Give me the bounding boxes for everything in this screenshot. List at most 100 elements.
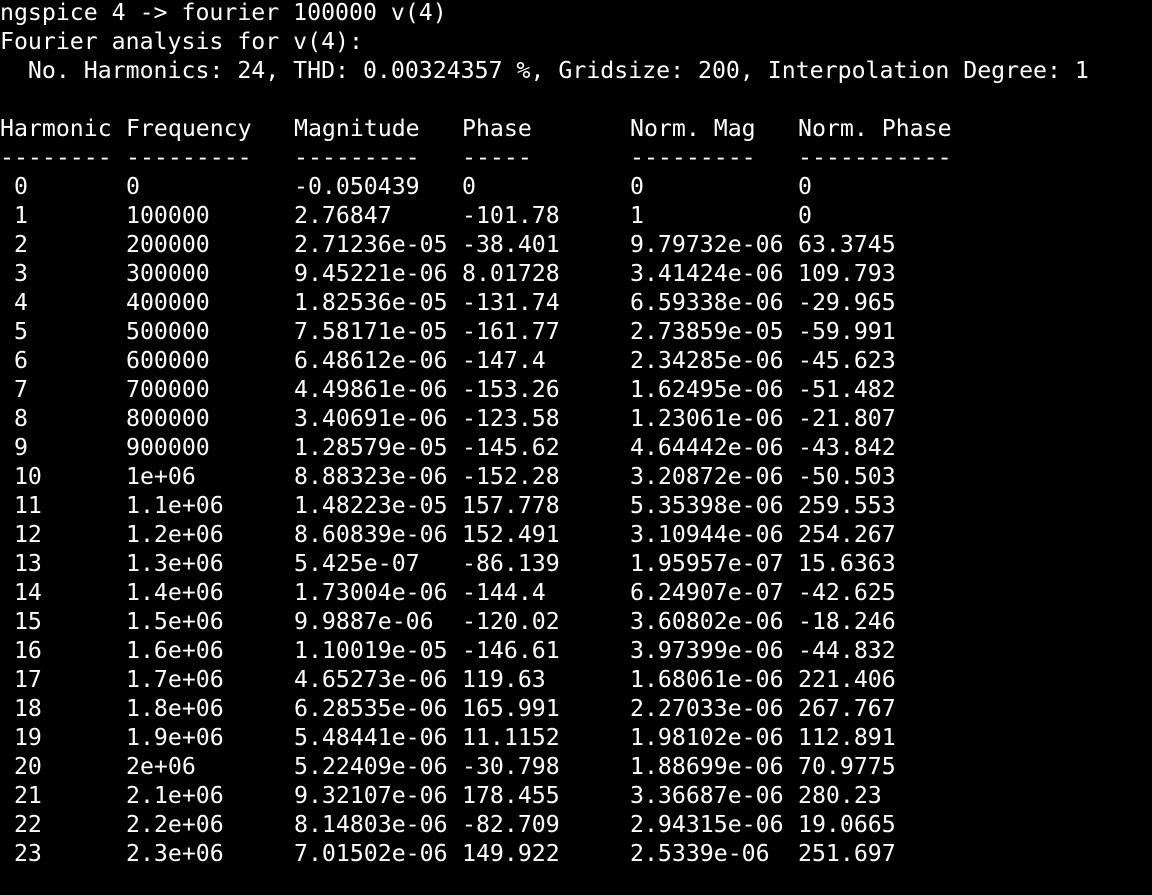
harmonic-cell: 6 bbox=[0, 347, 28, 374]
phase-cell: -146.61 bbox=[462, 637, 560, 664]
phase-cell: -161.77 bbox=[462, 318, 560, 345]
phase-cell: 149.922 bbox=[462, 840, 560, 867]
header-underline: --------- bbox=[126, 144, 252, 171]
column-header: Harmonic bbox=[0, 115, 112, 142]
column-header: Phase bbox=[462, 115, 532, 142]
phase-cell: -123.58 bbox=[462, 405, 560, 432]
magnitude-cell: 1.82536e-05 bbox=[294, 289, 448, 316]
frequency-cell: 500000 bbox=[126, 318, 210, 345]
frequency-cell: 600000 bbox=[126, 347, 210, 374]
header-underline: --------- bbox=[630, 144, 756, 171]
norm-phase-cell: -59.991 bbox=[798, 318, 896, 345]
norm-phase-cell: 19.0665 bbox=[798, 811, 896, 838]
norm-phase-cell: -29.965 bbox=[798, 289, 896, 316]
harmonic-cell: 14 bbox=[0, 579, 42, 606]
norm-mag-cell: 6.24907e-07 bbox=[630, 579, 784, 606]
norm-phase-cell: 112.891 bbox=[798, 724, 896, 751]
magnitude-cell: 5.22409e-06 bbox=[294, 753, 448, 780]
magnitude-cell: 2.76847 bbox=[294, 202, 392, 229]
frequency-cell: 2.1e+06 bbox=[126, 782, 224, 809]
magnitude-cell: 1.48223e-05 bbox=[294, 492, 448, 519]
magnitude-cell: 6.28535e-06 bbox=[294, 695, 448, 722]
norm-mag-cell: 3.10944e-06 bbox=[630, 521, 784, 548]
column-header: Magnitude bbox=[294, 115, 420, 142]
norm-phase-cell: 0 bbox=[798, 202, 812, 229]
norm-phase-cell: -44.832 bbox=[798, 637, 896, 664]
frequency-cell: 900000 bbox=[126, 434, 210, 461]
norm-mag-cell: 1.88699e-06 bbox=[630, 753, 784, 780]
frequency-cell: 0 bbox=[126, 173, 140, 200]
norm-mag-cell: 2.94315e-06 bbox=[630, 811, 784, 838]
harmonic-cell: 11 bbox=[0, 492, 42, 519]
magnitude-cell: 4.49861e-06 bbox=[294, 376, 448, 403]
header-underline: ----------- bbox=[798, 144, 952, 171]
norm-mag-cell: 9.79732e-06 bbox=[630, 231, 784, 258]
norm-phase-cell: -18.246 bbox=[798, 608, 896, 635]
magnitude-cell: 3.40691e-06 bbox=[294, 405, 448, 432]
norm-phase-cell: 221.406 bbox=[798, 666, 896, 693]
phase-cell: 11.1152 bbox=[462, 724, 560, 751]
norm-mag-cell: 3.20872e-06 bbox=[630, 463, 784, 490]
harmonic-cell: 5 bbox=[0, 318, 28, 345]
analysis-title: Fourier analysis for v(4): bbox=[0, 28, 363, 55]
norm-phase-cell: -43.842 bbox=[798, 434, 896, 461]
frequency-cell: 800000 bbox=[126, 405, 210, 432]
terminal-window[interactable]: ngspice 4 -> fourier 100000 v(4) Fourier… bbox=[0, 0, 1152, 895]
magnitude-cell: 1.10019e-05 bbox=[294, 637, 448, 664]
phase-cell: -131.74 bbox=[462, 289, 560, 316]
norm-phase-cell: 259.553 bbox=[798, 492, 896, 519]
norm-phase-cell: 15.6363 bbox=[798, 550, 896, 577]
harmonic-cell: 9 bbox=[0, 434, 28, 461]
magnitude-cell: 8.88323e-06 bbox=[294, 463, 448, 490]
phase-cell: 165.991 bbox=[462, 695, 560, 722]
column-header: Frequency bbox=[126, 115, 252, 142]
harmonic-cell: 3 bbox=[0, 260, 28, 287]
norm-phase-cell: 0 bbox=[798, 173, 812, 200]
frequency-cell: 1.4e+06 bbox=[126, 579, 224, 606]
frequency-cell: 1.6e+06 bbox=[126, 637, 224, 664]
harmonic-cell: 22 bbox=[0, 811, 42, 838]
phase-cell: 0 bbox=[462, 173, 476, 200]
prompt-line: ngspice 4 -> fourier 100000 v(4) bbox=[0, 0, 447, 26]
header-underline: --------- bbox=[294, 144, 420, 171]
magnitude-cell: 9.32107e-06 bbox=[294, 782, 448, 809]
norm-mag-cell: 1.95957e-07 bbox=[630, 550, 784, 577]
harmonic-cell: 19 bbox=[0, 724, 42, 751]
frequency-cell: 100000 bbox=[126, 202, 210, 229]
norm-phase-cell: 254.267 bbox=[798, 521, 896, 548]
harmonic-cell: 12 bbox=[0, 521, 42, 548]
norm-mag-cell: 1.98102e-06 bbox=[630, 724, 784, 751]
norm-mag-cell: 2.34285e-06 bbox=[630, 347, 784, 374]
frequency-cell: 1.2e+06 bbox=[126, 521, 224, 548]
norm-phase-cell: 251.697 bbox=[798, 840, 896, 867]
norm-phase-cell: -21.807 bbox=[798, 405, 896, 432]
magnitude-cell: 7.58171e-05 bbox=[294, 318, 448, 345]
phase-cell: 119.63 bbox=[462, 666, 546, 693]
column-header: Norm. Phase bbox=[798, 115, 952, 142]
frequency-cell: 1.5e+06 bbox=[126, 608, 224, 635]
norm-mag-cell: 2.5339e-06 bbox=[630, 840, 770, 867]
frequency-cell: 300000 bbox=[126, 260, 210, 287]
harmonic-cell: 0 bbox=[0, 173, 28, 200]
magnitude-cell: 5.425e-07 bbox=[294, 550, 420, 577]
norm-mag-cell: 1.62495e-06 bbox=[630, 376, 784, 403]
header-underline: -------- bbox=[0, 144, 112, 171]
norm-phase-cell: 267.767 bbox=[798, 695, 896, 722]
table-header-underline: -------- --------- --------- ----- -----… bbox=[0, 143, 952, 172]
harmonic-cell: 8 bbox=[0, 405, 28, 432]
phase-cell: -101.78 bbox=[462, 202, 560, 229]
magnitude-cell: 8.14803e-06 bbox=[294, 811, 448, 838]
frequency-cell: 2.2e+06 bbox=[126, 811, 224, 838]
phase-cell: -82.709 bbox=[462, 811, 560, 838]
phase-cell: -30.798 bbox=[462, 753, 560, 780]
harmonic-cell: 10 bbox=[0, 463, 42, 490]
phase-cell: -145.62 bbox=[462, 434, 560, 461]
frequency-cell: 400000 bbox=[126, 289, 210, 316]
phase-cell: -120.02 bbox=[462, 608, 560, 635]
magnitude-cell: 9.45221e-06 bbox=[294, 260, 448, 287]
phase-cell: 8.01728 bbox=[462, 260, 560, 287]
harmonic-cell: 18 bbox=[0, 695, 42, 722]
norm-phase-cell: -42.625 bbox=[798, 579, 896, 606]
magnitude-cell: 9.9887e-06 bbox=[294, 608, 434, 635]
header-underline: ----- bbox=[462, 144, 532, 171]
